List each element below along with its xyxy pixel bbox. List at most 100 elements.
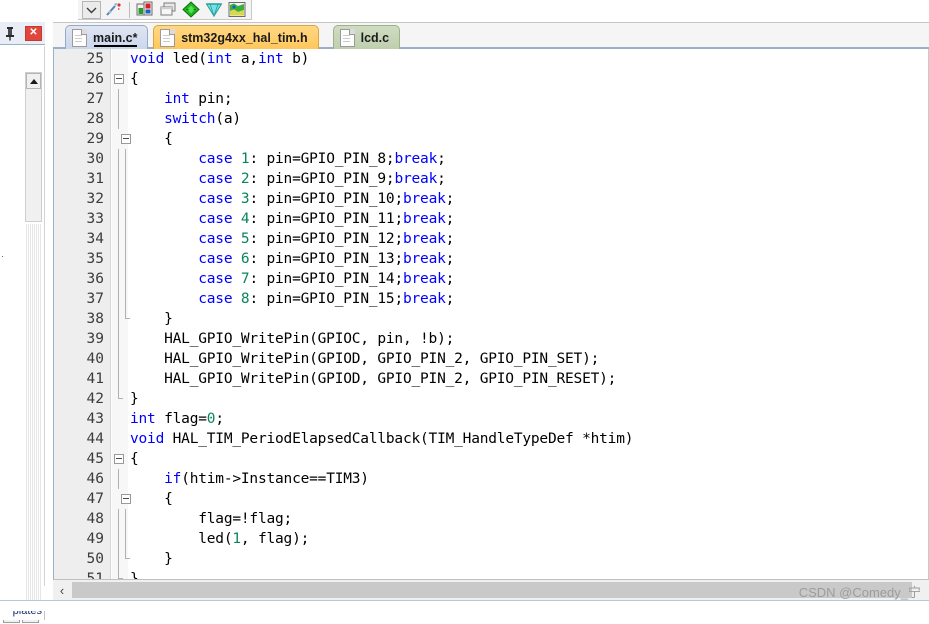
code-line[interactable]: 39 HAL_GPIO_WritePin(GPIOC, pin, !b);: [54, 329, 928, 349]
code-line[interactable]: 31 case 2: pin=GPIO_PIN_9;break;: [54, 169, 928, 189]
code-plain: [130, 231, 198, 247]
code-plain: b): [283, 51, 310, 67]
code-line[interactable]: 36 case 7: pin=GPIO_PIN_14;break;: [54, 269, 928, 289]
fold-toggle-icon[interactable]: [114, 454, 124, 464]
code-plain: led(: [130, 531, 233, 547]
fold-guide-line: [118, 509, 119, 529]
tab-lcd-c[interactable]: lcd.c: [332, 25, 401, 49]
map-mosaic-icon[interactable]: [227, 1, 247, 19]
code-plain: [130, 291, 198, 307]
code-line[interactable]: 38 }: [54, 309, 928, 329]
code-line[interactable]: 50 }: [54, 549, 928, 569]
arrow-up-icon: [29, 78, 38, 84]
code-line[interactable]: 42}: [54, 389, 928, 409]
tab-main-c-[interactable]: main.c*: [65, 25, 149, 49]
line-number: 37: [86, 291, 104, 307]
code-text: }: [130, 549, 173, 569]
code-keyword: case: [198, 231, 233, 247]
fold-guide-line: [125, 149, 126, 169]
scroll-left-button[interactable]: ‹: [53, 580, 71, 600]
code-line[interactable]: 43 int flag=0;: [54, 409, 928, 429]
code-line[interactable]: 48 flag=!flag;: [54, 509, 928, 529]
code-plain: : pin=GPIO_PIN_15;: [249, 291, 403, 307]
code-plain: {: [130, 71, 139, 87]
code-text: }: [130, 569, 139, 579]
line-number: 42: [86, 391, 104, 407]
fold-toggle-icon[interactable]: [114, 74, 124, 84]
code-line[interactable]: 34 case 5: pin=GPIO_PIN_12;break;: [54, 229, 928, 249]
code-keyword: break: [394, 171, 438, 187]
code-plain: flag=!flag;: [130, 511, 293, 527]
green-diamond-icon[interactable]: [181, 1, 201, 19]
code-plain: pin;: [189, 91, 233, 107]
close-button[interactable]: ✕: [25, 25, 42, 41]
code-line[interactable]: 35 case 6: pin=GPIO_PIN_13;break;: [54, 249, 928, 269]
code-plain: : pin=GPIO_PIN_11;: [249, 211, 403, 227]
magic-wand-icon[interactable]: [104, 1, 124, 19]
code-plain: HAL_GPIO_WritePin(GPIOC, pin, !b);: [130, 331, 455, 347]
code-plain: : pin=GPIO_PIN_8;: [249, 151, 395, 167]
code-text: case 3: pin=GPIO_PIN_10;break;: [130, 189, 454, 209]
code-keyword: break: [394, 151, 438, 167]
code-plain: [232, 151, 241, 167]
windows-cascade-icon[interactable]: [158, 1, 178, 19]
pin-glyph: [6, 26, 14, 40]
code-line[interactable]: 27 int pin;: [54, 89, 928, 109]
code-line[interactable]: 47 {: [54, 489, 928, 509]
pin-icon[interactable]: [3, 26, 17, 41]
editor-horizontal-scrollbar[interactable]: ‹: [53, 579, 929, 600]
code-keyword: case: [198, 291, 233, 307]
code-plain: }: [130, 311, 173, 327]
chevron-down-icon[interactable]: [82, 0, 101, 19]
code-line[interactable]: 32 case 3: pin=GPIO_PIN_10;break;: [54, 189, 928, 209]
code-line[interactable]: 26 {: [54, 69, 928, 89]
code-line[interactable]: 25 void led(int a,int b): [54, 49, 928, 69]
active-tab-underline: [94, 45, 138, 47]
code-plain: ;: [445, 271, 455, 287]
code-line[interactable]: 51}: [54, 569, 928, 579]
code-keyword: switch: [164, 111, 216, 127]
scroll-up-button[interactable]: [26, 73, 41, 89]
code-line[interactable]: 41 HAL_GPIO_WritePin(GPIOD, GPIO_PIN_2, …: [54, 369, 928, 389]
code-line[interactable]: 37 case 8: pin=GPIO_PIN_15;break;: [54, 289, 928, 309]
code-keyword: break: [402, 231, 446, 247]
tab-stm32g4xx-hal-tim-h[interactable]: stm32g4xx_hal_tim.h: [153, 25, 319, 49]
code-line[interactable]: 49 led(1, flag);: [54, 529, 928, 549]
code-line[interactable]: 30 case 1: pin=GPIO_PIN_8;break;: [54, 149, 928, 169]
file-icon: [160, 28, 176, 47]
code-plain: [232, 251, 241, 267]
scrollbar-thumb[interactable]: [72, 582, 912, 598]
line-number: 36: [86, 271, 104, 287]
fold-guide-line: [125, 169, 126, 189]
code-text: case 7: pin=GPIO_PIN_14;break;: [130, 269, 454, 289]
cyan-diamond-icon[interactable]: [204, 1, 224, 19]
code-plain: [232, 291, 241, 307]
fold-guide-line: [125, 209, 126, 229]
code-line[interactable]: 33 case 4: pin=GPIO_PIN_11;break;: [54, 209, 928, 229]
fold-guide-line: [118, 89, 119, 109]
code-editor[interactable]: 25 void led(int a,int b) 26{27 int pin; 28 …: [53, 49, 929, 579]
code-line[interactable]: 45 {: [54, 449, 928, 469]
fold-guide-line: [125, 289, 126, 309]
code-plain: ;: [437, 171, 446, 187]
fold-guide-line: [118, 109, 119, 129]
map-mosaic-glyph: [228, 2, 246, 17]
code-plain: led(: [172, 51, 207, 67]
code-line[interactable]: 44 void HAL_TIM_PeriodElapsedCallback(TIM…: [54, 429, 928, 449]
code-keyword: int: [206, 51, 233, 67]
line-number: 38: [86, 311, 104, 327]
color-blocks-icon[interactable]: [135, 1, 155, 19]
green-diamond-glyph: [182, 1, 200, 18]
code-line[interactable]: 40 HAL_GPIO_WritePin(GPIOD, GPIO_PIN_2, …: [54, 349, 928, 369]
code-line[interactable]: 29 {: [54, 129, 928, 149]
code-keyword: case: [198, 251, 233, 267]
dock-vertical-scrollbar[interactable]: [25, 72, 42, 222]
code-plain: [130, 471, 164, 487]
code-line[interactable]: 28 switch(a): [54, 109, 928, 129]
code-plain: HAL_GPIO_WritePin(GPIOD, GPIO_PIN_2, GPI…: [130, 371, 617, 387]
code-line[interactable]: 46 if(htim->Instance==TIM3): [54, 469, 928, 489]
code-plain: [130, 151, 198, 167]
fold-guide-line: [118, 549, 119, 569]
code-text-area[interactable]: 25 void led(int a,int b) 26{27 int pin; 28 …: [54, 49, 928, 579]
code-plain: [232, 211, 241, 227]
